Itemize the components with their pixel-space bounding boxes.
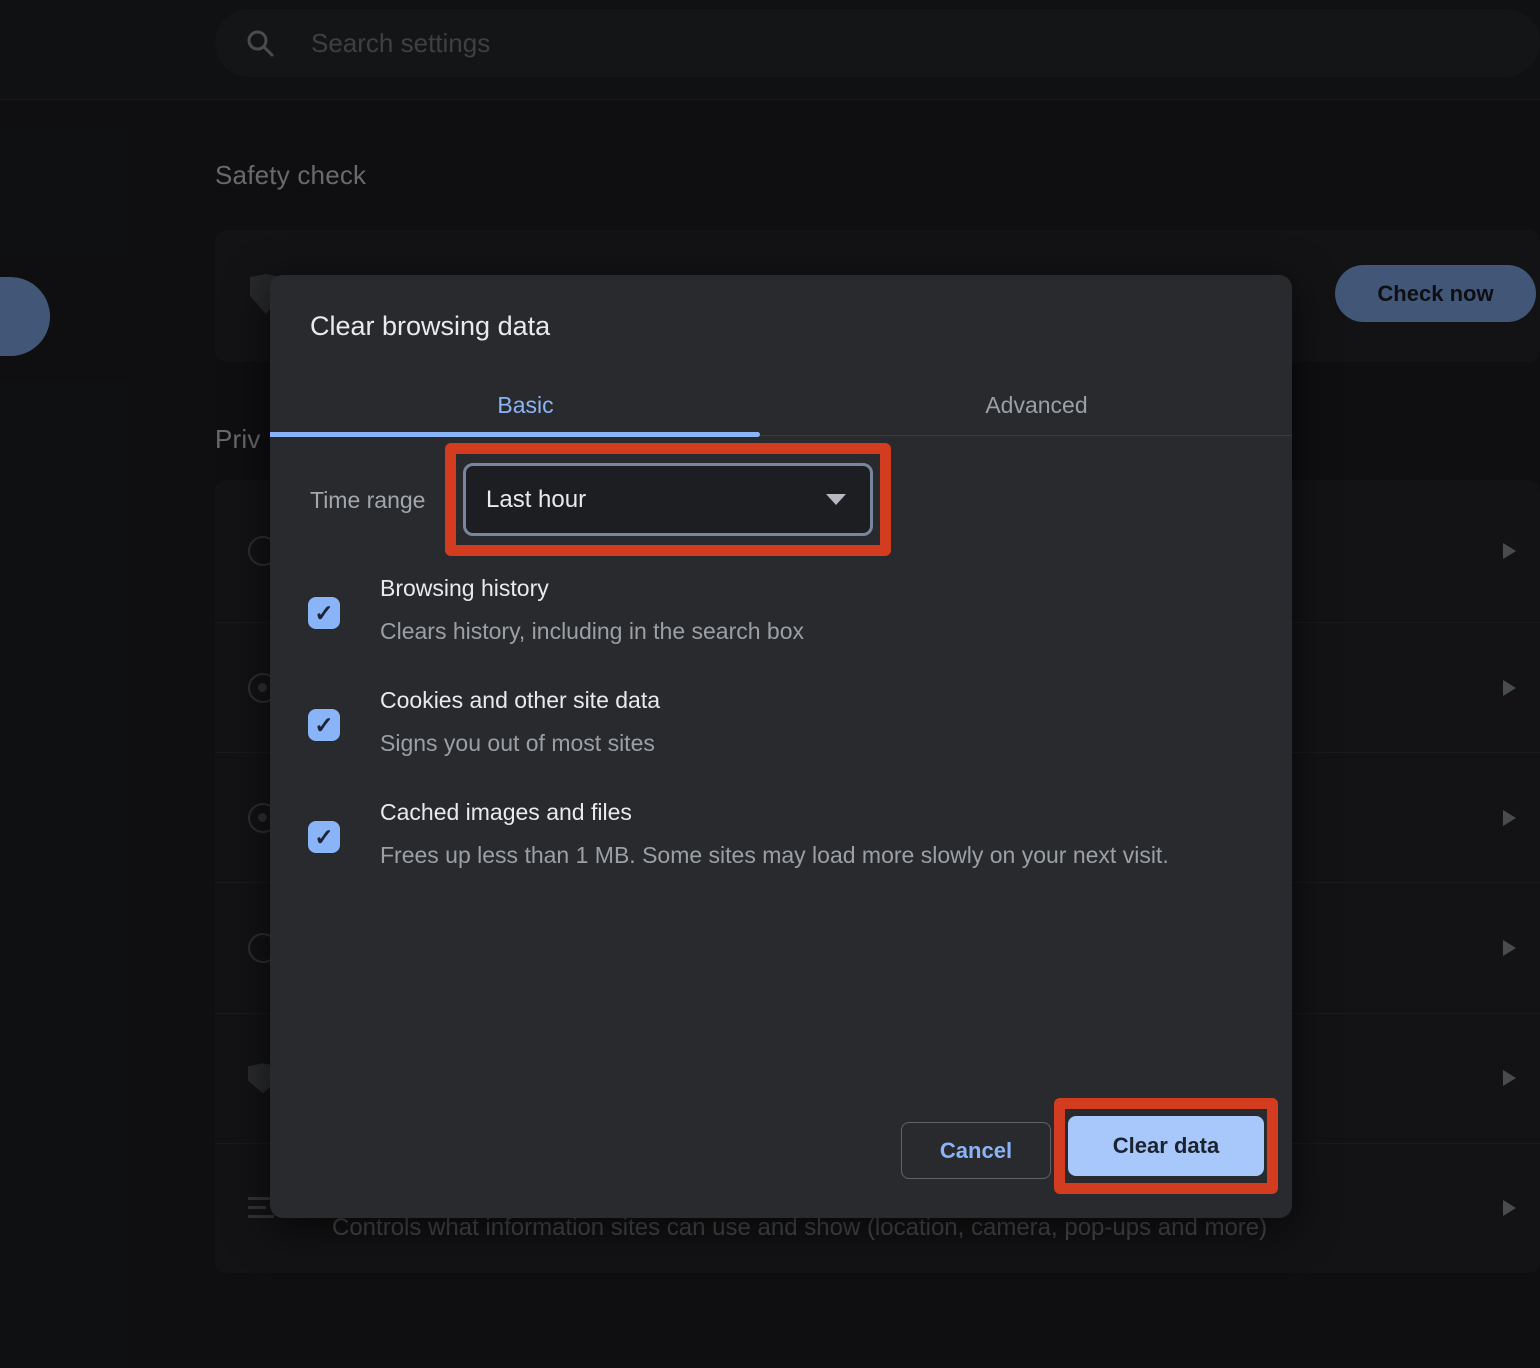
option-label: Cookies and other site data <box>380 687 661 713</box>
checkmark-icon: ✓ <box>314 823 334 850</box>
cancel-button[interactable]: Cancel <box>901 1122 1051 1179</box>
browsing-history-checkbox[interactable]: ✓ <box>308 597 340 629</box>
active-tab-underline <box>270 432 760 437</box>
clear-browsing-data-dialog: Clear browsing data Basic Advanced Time … <box>270 275 1292 1218</box>
time-range-select[interactable]: Last hour <box>463 463 873 536</box>
annotation-box-time-range: Last hour <box>445 443 891 556</box>
tab-advanced[interactable]: Advanced <box>781 375 1292 435</box>
option-cookies: ✓ Cookies and other site data Signs you … <box>308 687 1260 763</box>
option-description: Frees up less than 1 MB. Some sites may … <box>380 842 1169 868</box>
option-description: Signs you out of most sites <box>380 730 655 756</box>
dialog-tabs: Basic Advanced <box>270 375 1292 435</box>
time-range-label: Time range <box>310 487 426 513</box>
cookies-checkbox[interactable]: ✓ <box>308 709 340 741</box>
screen: Search settings Safety check Check now P… <box>0 0 1540 1368</box>
clear-data-button[interactable]: Clear data <box>1068 1116 1264 1176</box>
cached-images-checkbox[interactable]: ✓ <box>308 821 340 853</box>
tab-basic[interactable]: Basic <box>270 375 781 435</box>
chevron-down-icon <box>826 494 846 505</box>
option-label: Cached images and files <box>380 799 632 825</box>
checkmark-icon: ✓ <box>314 599 334 626</box>
dialog-title: Clear browsing data <box>310 311 551 341</box>
annotation-box-clear-data: Clear data <box>1054 1098 1278 1194</box>
option-cached-images: ✓ Cached images and files Frees up less … <box>308 799 1260 875</box>
option-label: Browsing history <box>380 575 549 601</box>
checkmark-icon: ✓ <box>314 711 334 738</box>
option-browsing-history: ✓ Browsing history Clears history, inclu… <box>308 575 1260 651</box>
option-description: Clears history, including in the search … <box>380 618 805 644</box>
time-range-value: Last hour <box>486 485 587 513</box>
